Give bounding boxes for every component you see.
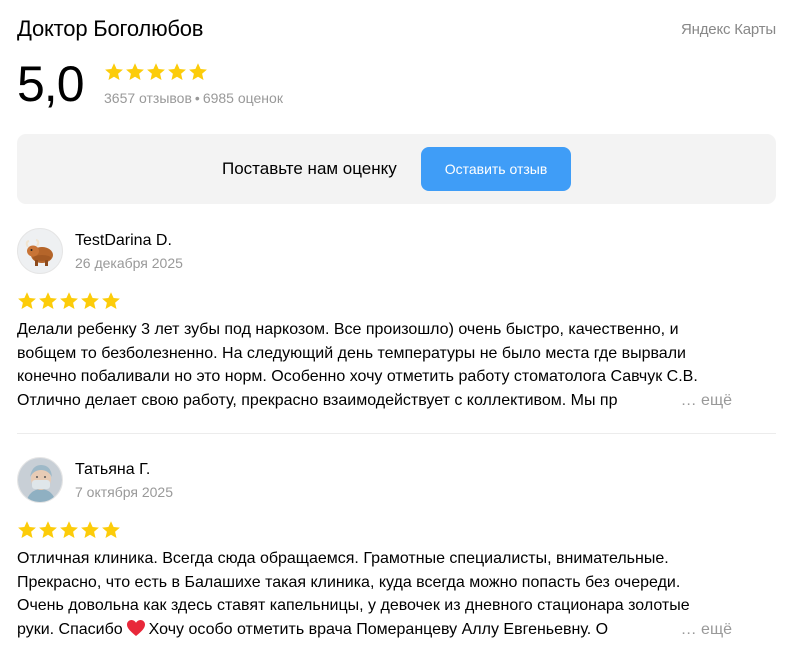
review-text: Отличная клиника. Всегда сюда обращаемся… xyxy=(17,547,776,644)
yak-icon xyxy=(25,239,53,266)
star-icon xyxy=(59,291,79,311)
review-date: 26 декабря 2025 xyxy=(75,255,183,271)
read-more-link[interactable]: … ещё xyxy=(681,618,732,642)
leave-review-button[interactable]: Оставить отзыв xyxy=(421,147,571,191)
review-text-line: Делали ребенку 3 лет зубы под наркозом. … xyxy=(17,321,679,338)
review-date: 7 октября 2025 xyxy=(75,484,173,500)
star-icon xyxy=(80,520,100,540)
review-text-tail: Отлично делает свою работу, прекрасно вз… xyxy=(17,391,618,409)
rating-stars xyxy=(104,62,208,82)
star-icon xyxy=(101,291,121,311)
header: Доктор Боголюбов Яндекс Карты xyxy=(17,16,776,42)
ratings-count: 6985 оценок xyxy=(202,90,283,106)
rating-counts: 3657 отзывов • 6985 оценок xyxy=(104,90,283,106)
review-text-line: Отлично делает свою работу, прекрасно вз… xyxy=(17,388,776,413)
user-photo-icon xyxy=(18,458,62,502)
star-icon xyxy=(104,62,124,82)
star-icon xyxy=(38,291,58,311)
star-icon xyxy=(17,520,37,540)
review-text-line: конечно побаливали но это норм. Особенно… xyxy=(17,368,698,385)
review-text-line: руки. Спасибо Хочу особо отметить врача П… xyxy=(17,617,776,645)
review-text-after-heart: Хочу особо отметить врача Померанцеву Ал… xyxy=(148,620,609,638)
review-divider xyxy=(17,433,776,434)
review-text-line: вобщем то безболезненно. На следующий де… xyxy=(17,344,686,362)
yandex-maps-link[interactable]: Яндекс Карты xyxy=(681,21,776,38)
review-author[interactable]: TestDarina D. xyxy=(75,232,172,250)
star-icon xyxy=(17,291,37,311)
review-text-line: Прекрасно, что есть в Балашихе такая кли… xyxy=(17,573,681,591)
star-icon xyxy=(38,520,58,540)
heart-icon xyxy=(126,619,146,645)
star-icon xyxy=(167,62,187,82)
rate-us-panel: Поставьте нам оценку Оставить отзыв xyxy=(17,134,776,204)
review-stars xyxy=(17,520,121,540)
rating-value: 5,0 xyxy=(17,56,85,112)
review-text-before-heart: руки. Спасибо xyxy=(17,620,123,638)
review-author[interactable]: Татьяна Г. xyxy=(75,461,150,479)
star-icon xyxy=(59,520,79,540)
page-title: Доктор Боголюбов xyxy=(17,16,204,41)
review-stars xyxy=(17,291,121,311)
rating-summary: 5,0 3657 отзывов • 6985 оценок xyxy=(17,56,417,116)
text-fade: … ещё xyxy=(646,617,776,642)
star-icon xyxy=(80,291,100,311)
review-text: Делали ребенку 3 лет зубы под наркозом. … xyxy=(17,318,776,412)
read-more-link[interactable]: … ещё xyxy=(681,389,732,413)
text-fade: … ещё xyxy=(646,388,776,413)
star-icon xyxy=(188,62,208,82)
star-icon xyxy=(101,520,121,540)
avatar[interactable] xyxy=(17,228,63,274)
star-icon xyxy=(146,62,166,82)
review-text-line: Отличная клиника. Всегда сюда обращаемся… xyxy=(17,550,669,567)
star-icon xyxy=(125,62,145,82)
avatar[interactable] xyxy=(17,457,63,503)
reviews-count: 3657 отзывов xyxy=(104,90,192,106)
counts-separator: • xyxy=(194,90,200,106)
review-text-line: Очень довольна как здесь ставят капельни… xyxy=(17,597,690,614)
rate-us-prompt: Поставьте нам оценку xyxy=(222,159,397,178)
